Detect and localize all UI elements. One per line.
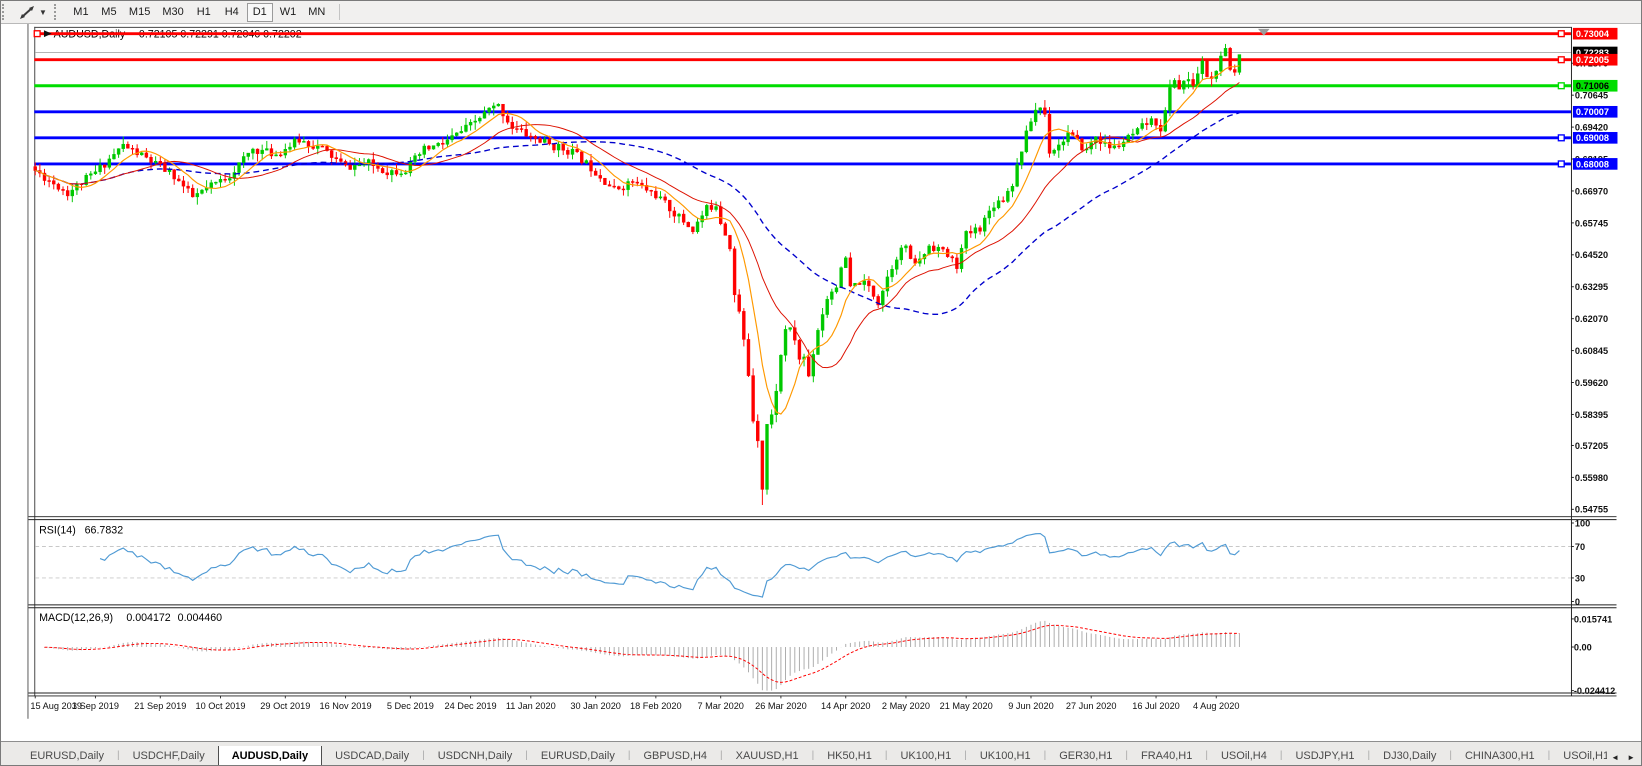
- price-tick-label: 0.63295: [1575, 282, 1608, 292]
- price-tick-label: 0.64520: [1575, 250, 1608, 260]
- chart-tab-eurusd-daily[interactable]: EURUSD,Daily: [528, 746, 628, 766]
- level-price-label: 0.72005: [1576, 55, 1609, 65]
- chart-background: [27, 24, 1618, 719]
- line-handle-right[interactable]: [1558, 135, 1564, 141]
- price-tick-label: 0.57205: [1575, 441, 1608, 451]
- chart-tab-bar: EURUSD,Daily|USDCHF,DailyAUDUSD,DailyUSD…: [1, 741, 1642, 766]
- timeframe-button-m5[interactable]: M5: [96, 3, 122, 22]
- chart-tab-china300-h1[interactable]: CHINA300,H1: [1452, 746, 1548, 766]
- level-price-label: 0.73004: [1576, 29, 1610, 39]
- chart-tab-xauusd-h1[interactable]: XAUUSD,H1: [723, 746, 812, 766]
- timeframe-buttons: M1M5M15M30H1H4D1W1MN: [67, 3, 331, 22]
- level-price-label: 0.69008: [1576, 133, 1609, 143]
- timeframe-button-m30[interactable]: M30: [157, 3, 188, 22]
- chart-tab-usdcad-daily[interactable]: USDCAD,Daily: [322, 746, 422, 766]
- price-tick-label: 0.59620: [1575, 378, 1608, 388]
- chart-tool-icon[interactable]: [19, 5, 37, 20]
- diagonal-arrows-icon: [19, 5, 37, 20]
- date-label: 11 Jan 2020: [506, 701, 556, 711]
- macd-tick-label: 0.00: [1574, 642, 1592, 652]
- rsi-label-value: 66.7832: [85, 525, 124, 537]
- price-tick-label: 0.55980: [1575, 473, 1608, 483]
- level-price-label: 0.70007: [1576, 107, 1609, 117]
- price-tick-label: 0.66970: [1575, 186, 1608, 196]
- timeframe-button-w1[interactable]: W1: [275, 3, 302, 22]
- date-label: 7 Mar 2020: [697, 701, 743, 711]
- date-label: 24 Dec 2019: [445, 701, 497, 711]
- tabs-scroll-left-icon[interactable]: ◄: [1611, 753, 1619, 762]
- chart-tab-usdjpy-h1[interactable]: USDJPY,H1: [1282, 746, 1367, 766]
- rsi-tick-label: 30: [1575, 573, 1585, 583]
- date-label: 10 Oct 2019: [195, 701, 245, 711]
- price-tick-label: 0.69420: [1575, 122, 1608, 132]
- level-price-label: 0.68008: [1576, 159, 1609, 169]
- chart-tabs: EURUSD,Daily|USDCHF,DailyAUDUSD,DailyUSD…: [1, 746, 1607, 766]
- macd-tick-label: -0.024412: [1574, 686, 1615, 696]
- date-label: 16 Nov 2019: [319, 701, 371, 711]
- date-label: 5 Dec 2019: [387, 701, 434, 711]
- tab-navigation: ◄ ►: [1607, 753, 1642, 766]
- line-handle-right[interactable]: [1558, 57, 1564, 63]
- tabs-scroll-right-icon[interactable]: ►: [1627, 753, 1635, 762]
- price-tick-label: 0.65745: [1575, 218, 1608, 228]
- date-label: 3 Sep 2019: [72, 701, 119, 711]
- price-tick-label: 0.70645: [1575, 91, 1608, 101]
- chart-tab-hk50-h1[interactable]: HK50,H1: [814, 746, 885, 766]
- chart-tab-usoil-h4[interactable]: USOil,H4: [1208, 746, 1280, 766]
- date-label: 30 Jan 2020: [570, 701, 621, 711]
- toolbar-grip[interactable]: [2, 4, 9, 20]
- price-tick-label: 0.62070: [1575, 314, 1608, 324]
- chart-tab-uk100-h1[interactable]: UK100,H1: [967, 746, 1044, 766]
- macd-tick-label: 0.015741: [1574, 614, 1612, 624]
- level-price-label: 0.71006: [1576, 81, 1609, 91]
- macd-label-name: MACD(12,26,9): [39, 612, 113, 624]
- timeframe-button-mn[interactable]: MN: [303, 3, 330, 22]
- line-handle-right[interactable]: [1558, 161, 1564, 167]
- date-label: 29 Oct 2019: [260, 701, 310, 711]
- date-label: 26 Mar 2020: [755, 701, 807, 711]
- timeframe-button-h4[interactable]: H4: [219, 3, 245, 22]
- date-label: 2 May 2020: [882, 701, 930, 711]
- date-label: 27 Jun 2020: [1066, 701, 1117, 711]
- price-tick-label: 0.58395: [1575, 410, 1608, 420]
- rsi-tick-label: 0: [1575, 597, 1580, 607]
- macd-label-signal-value: 0.004460: [178, 612, 222, 624]
- chart-tab-uk100-h1[interactable]: UK100,H1: [887, 746, 964, 766]
- date-label: 14 Apr 2020: [821, 701, 871, 711]
- chart-tab-gbpusd-h4[interactable]: GBPUSD,H4: [630, 746, 720, 766]
- date-label: 21 Sep 2019: [134, 701, 186, 711]
- chart-tab-usoil-h1[interactable]: USOil,H1: [1550, 746, 1607, 766]
- toolbar-separator: [339, 4, 340, 20]
- date-label: 21 May 2020: [940, 701, 993, 711]
- rsi-label-name: RSI(14): [39, 525, 76, 537]
- timeframe-toolbar: ▼ M1M5M15M30H1H4D1W1MN: [1, 1, 1642, 24]
- timeframe-button-d1[interactable]: D1: [247, 3, 273, 22]
- line-handle-right[interactable]: [1558, 31, 1564, 37]
- chart-tab-eurusd-daily[interactable]: EURUSD,Daily: [17, 746, 117, 766]
- timeframe-button-m15[interactable]: M15: [124, 3, 155, 22]
- chart-tab-dj30-daily[interactable]: DJ30,Daily: [1370, 746, 1449, 766]
- line-handle-left[interactable]: [34, 31, 40, 37]
- macd-label-macd-value: 0.004172: [126, 612, 170, 624]
- rsi-tick-label: 70: [1575, 542, 1585, 552]
- toolbar-grip-2[interactable]: [54, 4, 61, 20]
- timeframe-button-m1[interactable]: M1: [68, 3, 94, 22]
- chart-tab-fra40-h1[interactable]: FRA40,H1: [1128, 746, 1205, 766]
- chart-tab-ger30-h1[interactable]: GER30,H1: [1046, 746, 1125, 766]
- date-label: 18 Feb 2020: [630, 701, 682, 711]
- trading-platform-window: ▼ M1M5M15M30H1H4D1W1MN AUDUSD,Daily 0.72…: [0, 0, 1642, 766]
- date-label: 9 Jun 2020: [1008, 701, 1053, 711]
- timeframe-button-h1[interactable]: H1: [191, 3, 217, 22]
- date-label: 16 Jul 2020: [1132, 701, 1180, 711]
- line-handle-right[interactable]: [1558, 83, 1564, 89]
- chart-tool-caret-icon[interactable]: ▼: [39, 8, 47, 17]
- price-tick-label: 0.54755: [1575, 505, 1608, 515]
- date-label: 4 Aug 2020: [1193, 701, 1240, 711]
- chart-tab-usdcnh-daily[interactable]: USDCNH,Daily: [425, 746, 526, 766]
- chart-tab-usdchf-daily[interactable]: USDCHF,Daily: [120, 746, 218, 766]
- chart-canvas: AUDUSD,Daily 0.72105 0.72291 0.72046 0.7…: [1, 24, 1642, 741]
- price-tick-label: 0.60845: [1575, 346, 1608, 356]
- chart-tab-audusd-daily[interactable]: AUDUSD,Daily: [218, 746, 322, 766]
